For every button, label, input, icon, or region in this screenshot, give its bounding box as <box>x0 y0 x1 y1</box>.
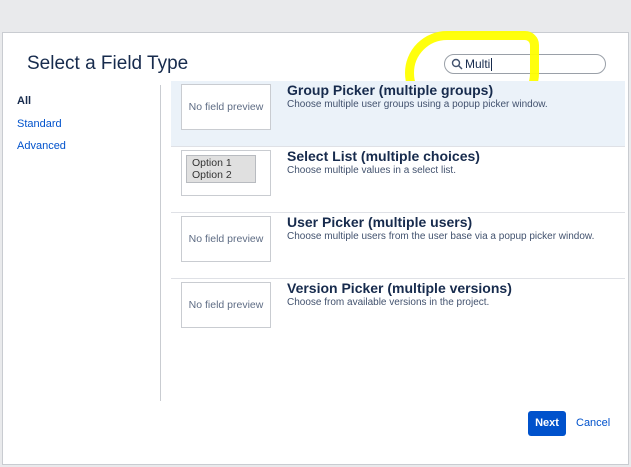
text-caret <box>491 58 492 71</box>
field-description: Choose multiple users from the user base… <box>287 231 595 242</box>
sidebar-divider <box>160 85 161 401</box>
field-name: Group Picker (multiple groups) <box>287 82 494 98</box>
field-description: Choose multiple user groups using a popu… <box>287 99 548 110</box>
field-row-select-list[interactable]: Option 1 Option 2 Select List (multiple … <box>171 147 625 213</box>
field-name: Select List (multiple choices) <box>287 148 480 164</box>
field-preview: No field preview <box>181 282 271 328</box>
select-field-type-dialog: Select a Field Type Multi All Standard A… <box>2 31 629 465</box>
search-value: Multi <box>465 57 491 71</box>
next-button[interactable]: Next <box>528 411 566 436</box>
sidebar-item-standard[interactable]: Standard <box>17 118 62 130</box>
dialog-title: Select a Field Type <box>27 53 189 74</box>
search-input[interactable]: Multi <box>444 54 606 74</box>
search-icon <box>451 58 463 70</box>
select-list-preview: Option 1 Option 2 <box>186 155 256 183</box>
field-preview: No field preview <box>181 84 271 130</box>
preview-option: Option 2 <box>192 169 232 181</box>
field-row-group-picker[interactable]: No field preview Group Picker (multiple … <box>171 81 625 147</box>
field-preview: No field preview <box>181 216 271 262</box>
field-preview: Option 1 Option 2 <box>181 150 271 196</box>
field-row-version-picker[interactable]: No field preview Version Picker (multipl… <box>171 279 625 345</box>
sidebar-item-all[interactable]: All <box>17 95 31 107</box>
sidebar-item-advanced[interactable]: Advanced <box>17 140 66 152</box>
field-row-user-picker[interactable]: No field preview User Picker (multiple u… <box>171 213 625 279</box>
field-description: Choose multiple values in a select list. <box>287 165 456 176</box>
cancel-button[interactable]: Cancel <box>576 417 610 429</box>
field-name: User Picker (multiple users) <box>287 214 473 230</box>
field-description: Choose from available versions in the pr… <box>287 297 490 308</box>
preview-option: Option 1 <box>192 157 232 169</box>
field-name: Version Picker (multiple versions) <box>287 280 512 296</box>
